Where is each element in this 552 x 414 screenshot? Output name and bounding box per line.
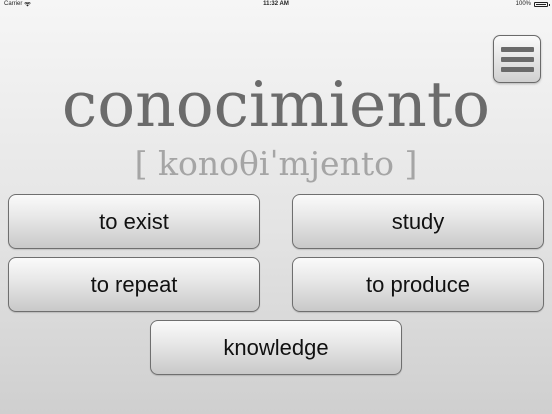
status-bar: Carrier 11:32 AM 100% [0, 0, 552, 10]
status-right: 100% [515, 1, 550, 7]
answer-button-to-produce[interactable]: to produce [292, 257, 544, 312]
battery-icon [534, 1, 550, 7]
battery-percent: 100% [515, 1, 531, 7]
answer-button-to-exist[interactable]: to exist [8, 194, 260, 249]
answer-button-knowledge[interactable]: knowledge [150, 320, 402, 375]
answer-button-study[interactable]: study [292, 194, 544, 249]
hamburger-menu-icon-bar [500, 56, 534, 62]
pronunciation: [ konoθiˈmjento ] [134, 144, 418, 183]
clock: 11:32 AM [263, 1, 289, 7]
answer-button-to-repeat[interactable]: to repeat [8, 257, 260, 312]
quiz-word: conocimiento [61, 68, 491, 141]
hamburger-menu-icon [500, 46, 534, 52]
